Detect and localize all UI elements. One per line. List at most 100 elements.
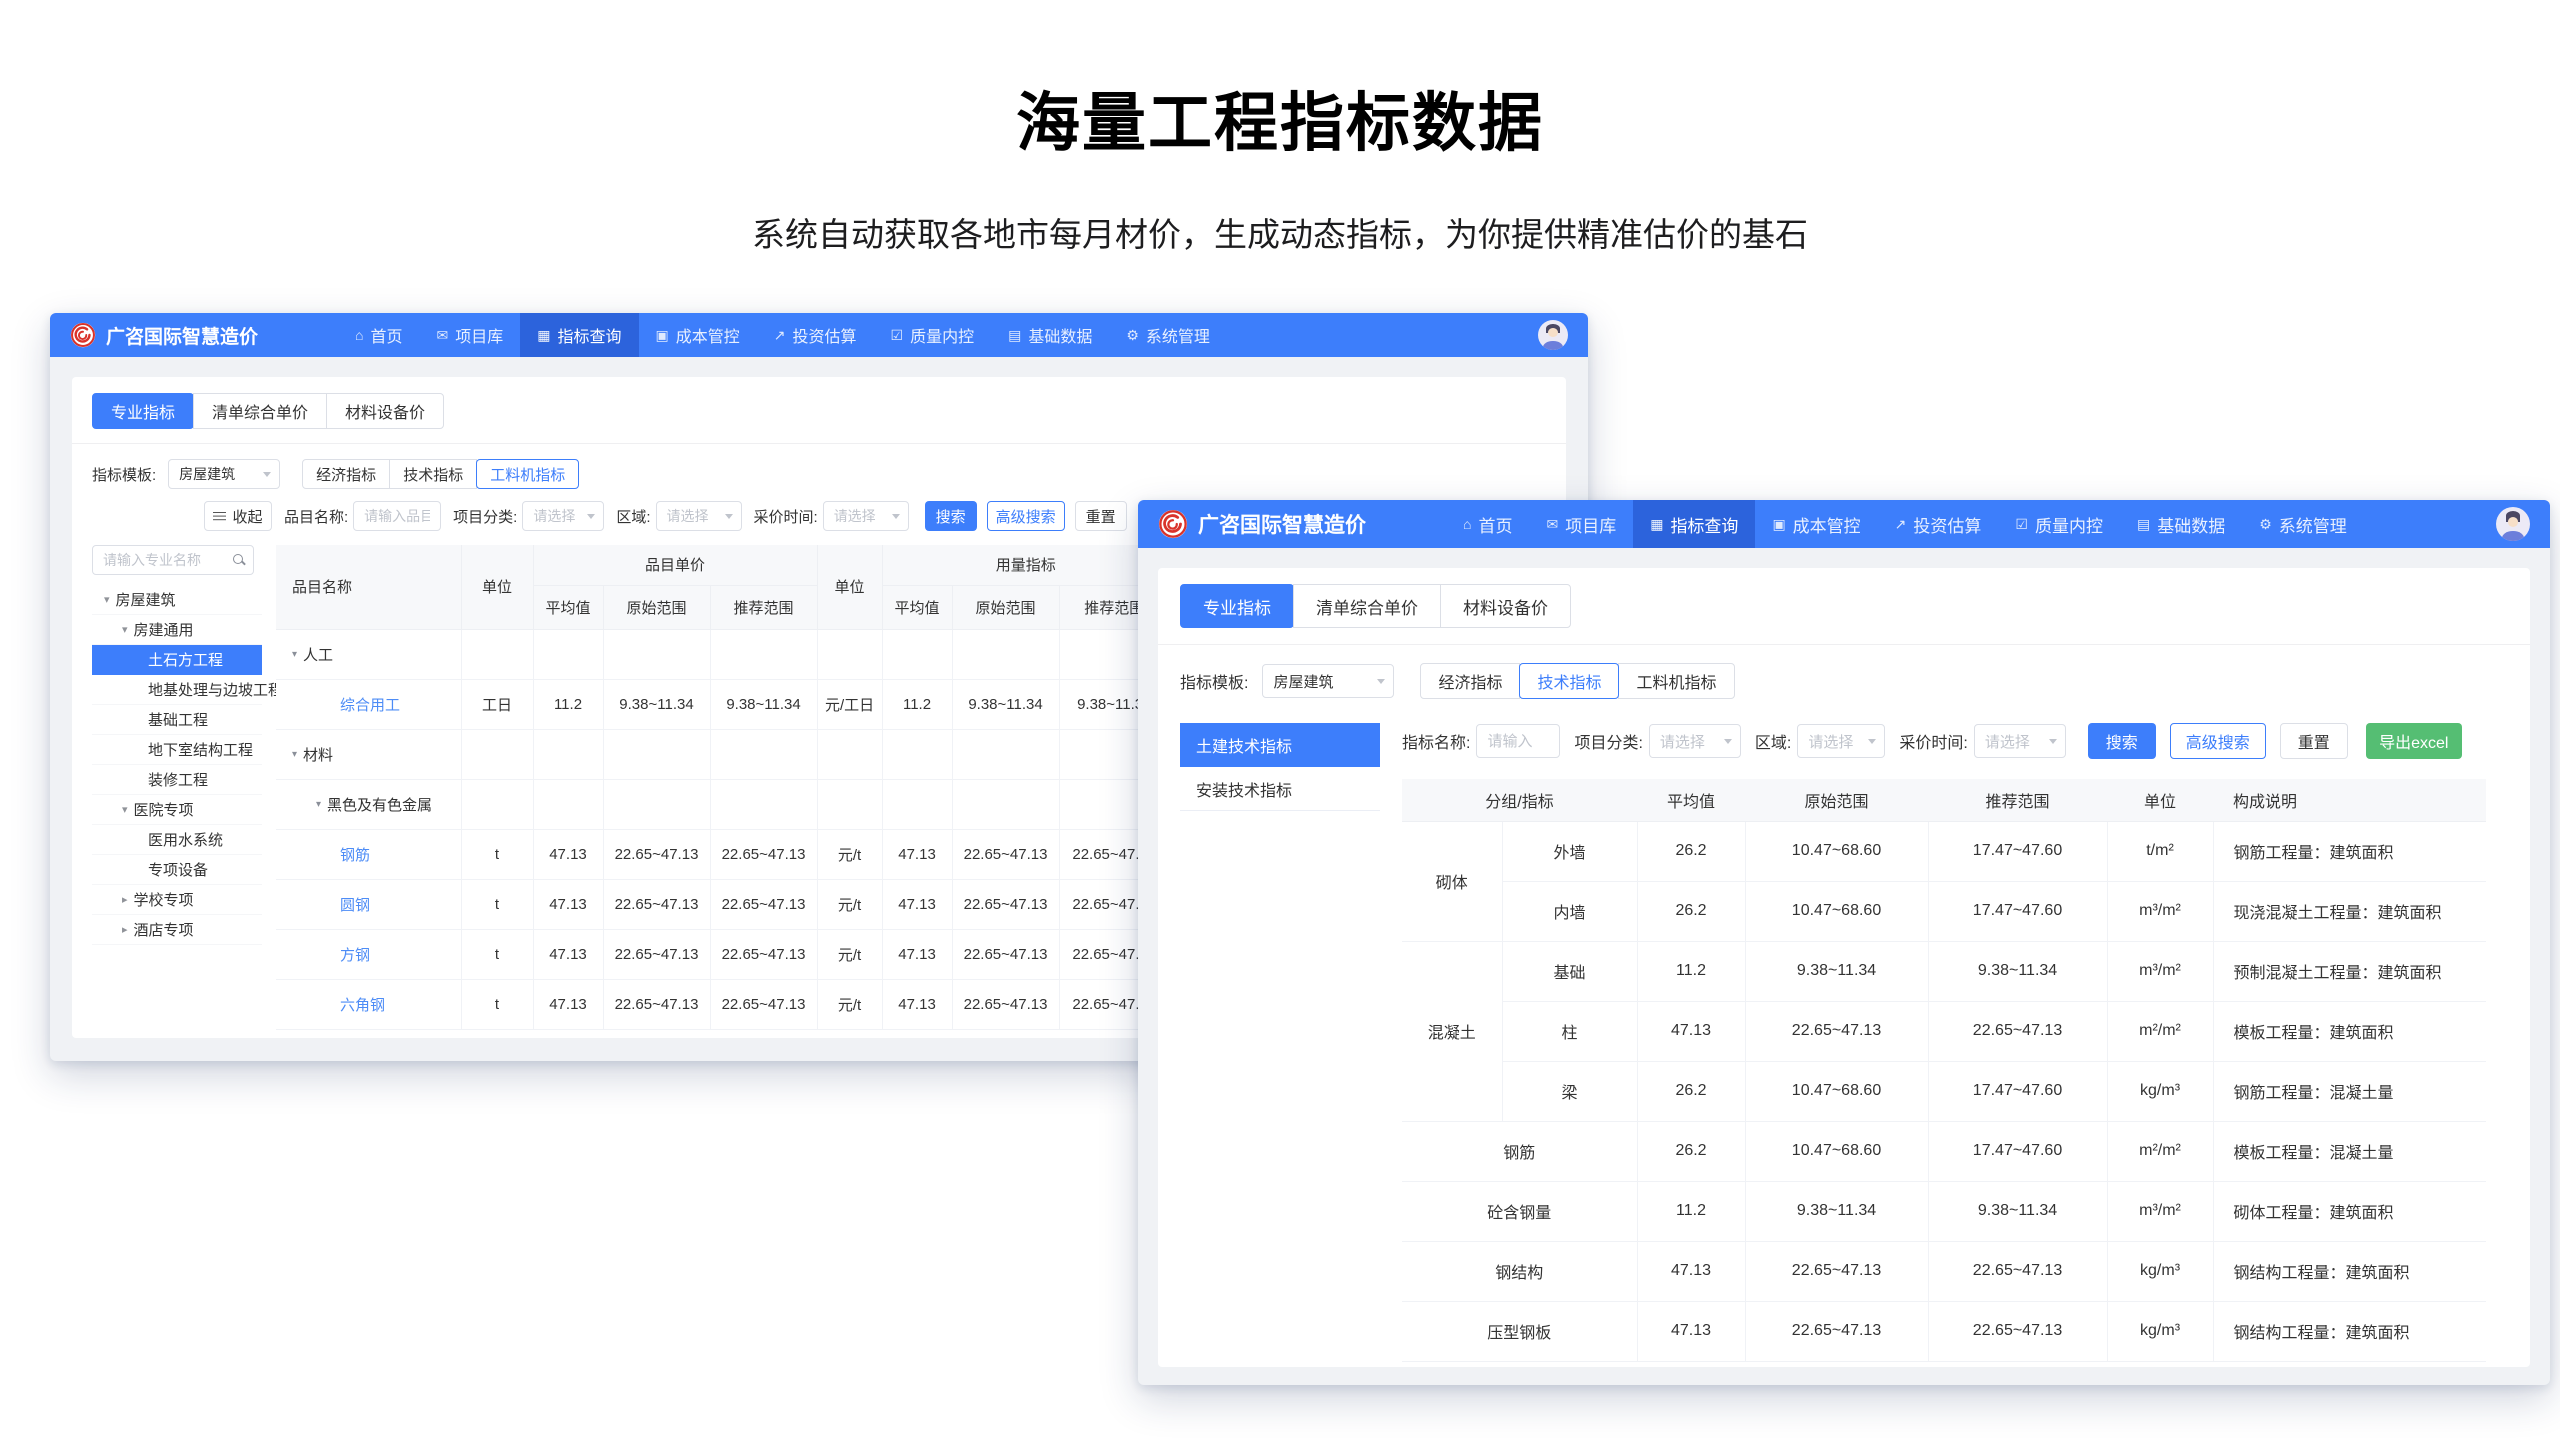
item-link[interactable]: 综合用工 bbox=[276, 694, 400, 715]
tab-2[interactable]: 材料设备价 bbox=[1440, 584, 1571, 628]
tree-item[interactable]: ▸酒店专项 bbox=[92, 915, 262, 945]
collapse-button[interactable]: 收起 bbox=[204, 501, 272, 531]
basedata-icon: ▤ bbox=[2137, 517, 2150, 531]
search-button[interactable]: 搜索 bbox=[2088, 723, 2156, 759]
reset-button[interactable]: 重置 bbox=[2280, 723, 2348, 759]
tree-item[interactable]: ▸学校专项 bbox=[92, 885, 262, 915]
caret-down-icon: ▾ bbox=[292, 749, 297, 760]
tab-1[interactable]: 清单综合单价 bbox=[1293, 584, 1441, 628]
nav-item-quality[interactable]: ☑质量内控 bbox=[1998, 500, 2120, 548]
tree-item[interactable]: ▾医院专项 bbox=[92, 795, 262, 825]
tree-item[interactable]: ▾房屋建筑 bbox=[92, 585, 262, 615]
nav-item-investment[interactable]: ↗投资估算 bbox=[757, 313, 874, 357]
orig-range-cell: 22.65~47.13 bbox=[1745, 1241, 1928, 1301]
nav-item-investment[interactable]: ↗投资估算 bbox=[1878, 500, 1999, 548]
subtab-2[interactable]: 工料机指标 bbox=[1618, 663, 1734, 699]
nav-item-label: 项目库 bbox=[1565, 512, 1616, 537]
advanced-search-button[interactable]: 高级搜索 bbox=[2170, 723, 2266, 759]
chevron-down-icon bbox=[892, 514, 900, 519]
chevron-down-icon bbox=[1724, 739, 1732, 744]
nav-item-label: 项目库 bbox=[455, 323, 503, 347]
user-avatar[interactable] bbox=[1538, 320, 1568, 350]
tree-item[interactable]: 医用水系统 bbox=[92, 825, 262, 855]
tab-0[interactable]: 专业指标 bbox=[92, 393, 194, 429]
app-window-front: 广咨国际智慧造价 ⌂首页 ✉ 项目库 ▦指标查询▣成本管控↗投资估算☑质量内控▤基础数… bbox=[1138, 500, 2550, 1385]
nav-item-quality[interactable]: ☑质量内控 bbox=[874, 313, 992, 357]
nav-item-indicators[interactable]: ▦指标查询 bbox=[520, 313, 638, 357]
unit-cell: m³/m² bbox=[2107, 941, 2213, 1001]
subtab-1[interactable]: 技术指标 bbox=[1519, 663, 1619, 699]
nav-item-basedata[interactable]: ▤基础数据 bbox=[2120, 500, 2242, 548]
tab-bar: 专业指标清单综合单价材料设备价 bbox=[92, 393, 1546, 429]
tree-item[interactable]: 地基处理与边坡工程 bbox=[92, 675, 262, 705]
side-menu-item-0[interactable]: 土建技术指标 bbox=[1180, 723, 1380, 767]
side-menu-item-1[interactable]: 安装技术指标 bbox=[1180, 767, 1380, 811]
project-class-select[interactable]: 请选择 bbox=[522, 501, 604, 531]
tree-item[interactable]: 专项设备 bbox=[92, 855, 262, 885]
price-date-select[interactable]: 请选择 bbox=[823, 501, 909, 531]
table-row: 混凝土基础11.29.38~11.349.38~11.34m³/m²预制混凝土工… bbox=[1402, 941, 2486, 1001]
nav-item-home[interactable]: ⌂首页 bbox=[338, 313, 419, 357]
tab-2[interactable]: 材料设备价 bbox=[326, 393, 444, 429]
nav-item-cost[interactable]: ▣成本管控 bbox=[1755, 500, 1877, 548]
empty-cell bbox=[952, 729, 1059, 779]
orig-range-cell: 10.47~68.60 bbox=[1745, 881, 1928, 941]
template-select[interactable]: 房屋建筑 bbox=[168, 459, 280, 489]
tree-item[interactable]: 地下室结构工程 bbox=[92, 735, 262, 765]
tree-item[interactable]: 土石方工程 bbox=[92, 645, 262, 675]
nav-item-projects[interactable]: ✉项目库 bbox=[420, 313, 521, 357]
specialty-tree: ▾房屋建筑▾房建通用土石方工程地基处理与边坡工程基础工程地下室结构工程装修工程▾… bbox=[92, 545, 262, 1030]
home-icon: ⌂ bbox=[355, 328, 363, 342]
item-name-input[interactable] bbox=[353, 501, 441, 531]
table-header: 分组/指标 平均值 原始范围 推荐范围 单位 构成说明 bbox=[1402, 779, 2486, 821]
indicator-name-input[interactable] bbox=[1476, 724, 1560, 758]
avg-cell: 47.13 bbox=[533, 879, 603, 929]
region-label: 区域: bbox=[1755, 729, 1791, 753]
nav-item-basedata[interactable]: ▤基础数据 bbox=[991, 313, 1109, 357]
composition-cell: 模板工程量：建筑面积 bbox=[2213, 1001, 2486, 1061]
template-select[interactable]: 房屋建筑 bbox=[1262, 664, 1394, 698]
nav-item-cost[interactable]: ▣成本管控 bbox=[639, 313, 757, 357]
subtab-1[interactable]: 技术指标 bbox=[389, 459, 477, 489]
tree-search-input[interactable] bbox=[93, 552, 219, 568]
nav-item-system[interactable]: ⚙系统管理 bbox=[2242, 500, 2364, 548]
subtab-0[interactable]: 经济指标 bbox=[302, 459, 390, 489]
item-link[interactable]: 六角钢 bbox=[276, 994, 385, 1015]
nav-item-label: 首页 bbox=[1478, 512, 1512, 537]
export-excel-button[interactable]: 导出excel bbox=[2366, 723, 2462, 759]
advanced-search-button[interactable]: 高级搜索 bbox=[987, 501, 1065, 531]
nav-item-home[interactable]: ⌂首页 bbox=[1446, 500, 1529, 548]
nav-item-projects[interactable]: ✉ 项目库 bbox=[1529, 500, 1633, 548]
reset-button[interactable]: 重置 bbox=[1075, 501, 1127, 531]
tab-bar: 专业指标清单综合单价材料设备价 bbox=[1180, 584, 2508, 628]
item-link[interactable]: 方钢 bbox=[276, 944, 370, 965]
tab-0[interactable]: 专业指标 bbox=[1180, 584, 1294, 628]
projects-icon: ✉ bbox=[1546, 517, 1558, 531]
price-date-select[interactable]: 请选择 bbox=[1974, 724, 2066, 758]
brand: 广咨国际智慧造价 bbox=[1158, 509, 1366, 539]
region-select[interactable]: 请选择 bbox=[1797, 724, 1885, 758]
group-label: ▾黑色及有色金属 bbox=[276, 794, 461, 815]
orig-range-cell: 22.65~47.13 bbox=[952, 879, 1059, 929]
subtab-2[interactable]: 工料机指标 bbox=[476, 459, 579, 489]
table-row: 砼含钢量11.29.38~11.349.38~11.34m³/m²砌体工程量：建… bbox=[1402, 1181, 2486, 1241]
brand-logo-icon bbox=[70, 322, 96, 348]
nav-item-indicators[interactable]: ▦指标查询 bbox=[1633, 500, 1755, 548]
group-cell: 混凝土 bbox=[1402, 941, 1502, 1121]
tree-item[interactable]: 装修工程 bbox=[92, 765, 262, 795]
search-button[interactable]: 搜索 bbox=[925, 501, 977, 531]
tree-item[interactable]: ▾房建通用 bbox=[92, 615, 262, 645]
item-link[interactable]: 圆钢 bbox=[276, 894, 370, 915]
subtab-0[interactable]: 经济指标 bbox=[1420, 663, 1520, 699]
region-select[interactable]: 请选择 bbox=[656, 501, 742, 531]
tree-item[interactable]: 基础工程 bbox=[92, 705, 262, 735]
unit-cell: 元/t bbox=[817, 879, 882, 929]
project-class-select[interactable]: 请选择 bbox=[1649, 724, 1741, 758]
nav-item-system[interactable]: ⚙系统管理 bbox=[1109, 313, 1227, 357]
table-row: ▾材料 bbox=[276, 729, 1169, 779]
item-name-cell: 钢筋 bbox=[276, 829, 461, 879]
tab-1[interactable]: 清单综合单价 bbox=[193, 393, 327, 429]
item-link[interactable]: 钢筋 bbox=[276, 844, 370, 865]
orig-range-cell: 22.65~47.13 bbox=[952, 979, 1059, 1029]
user-avatar[interactable] bbox=[2496, 507, 2530, 541]
